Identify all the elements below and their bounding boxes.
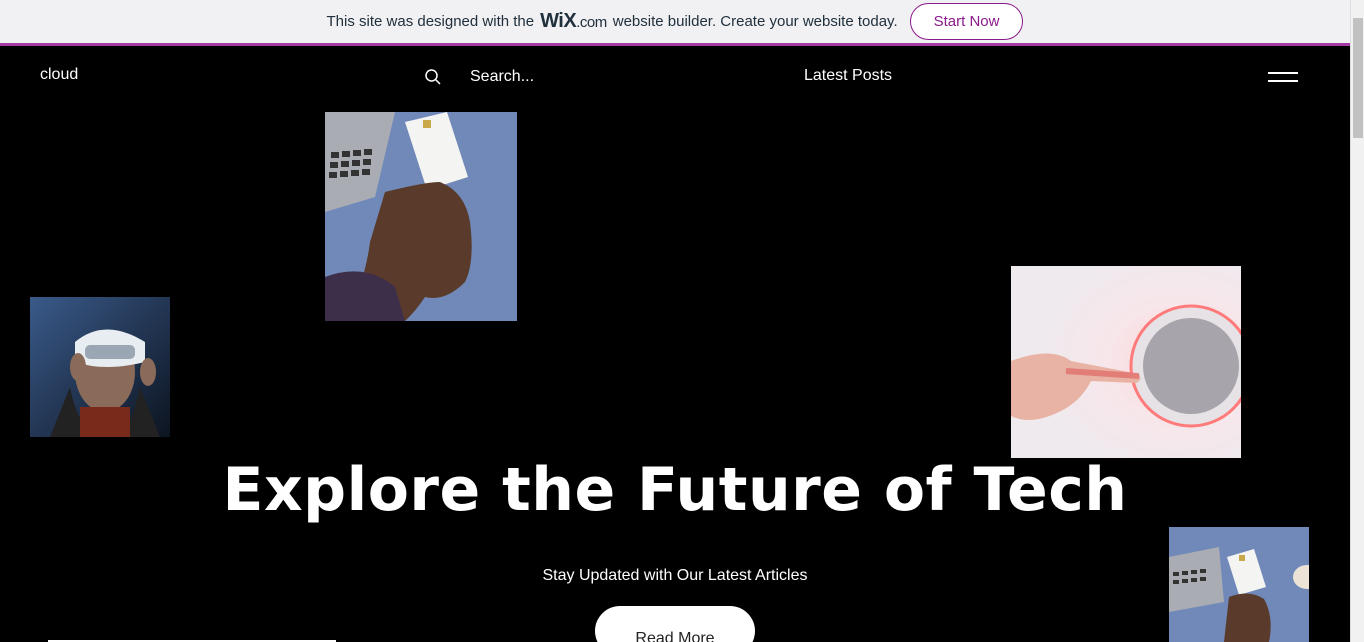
wix-promo-banner: This site was designed with the WiX.com …: [0, 0, 1350, 46]
hamburger-menu-icon[interactable]: [1268, 72, 1298, 84]
banner-text-before: This site was designed with the: [326, 13, 535, 30]
wix-brand: WiX: [540, 10, 577, 32]
hero-title: Explore the Future of Tech: [222, 455, 1128, 525]
scrollbar-thumb[interactable]: [1353, 18, 1363, 138]
banner-text-after: website builder. Create your website tod…: [612, 13, 898, 30]
hero-subtitle: Stay Updated with Our Latest Articles: [542, 567, 808, 584]
wix-logo: WiX.com: [540, 10, 607, 33]
site-logo[interactable]: cloud: [40, 66, 78, 84]
read-more-button[interactable]: Read More: [595, 606, 755, 642]
image-vr-headset: [30, 297, 170, 437]
search-icon[interactable]: [424, 68, 442, 86]
search-input[interactable]: [470, 66, 670, 88]
image-smart-device-touch: [1011, 266, 1241, 458]
start-now-button[interactable]: Start Now: [909, 3, 1024, 40]
image-hand-holding-card: [325, 112, 517, 321]
wix-domain: .com: [576, 14, 607, 31]
nav-latest-posts[interactable]: Latest Posts: [804, 67, 892, 85]
page-scrollbar[interactable]: [1350, 0, 1364, 642]
